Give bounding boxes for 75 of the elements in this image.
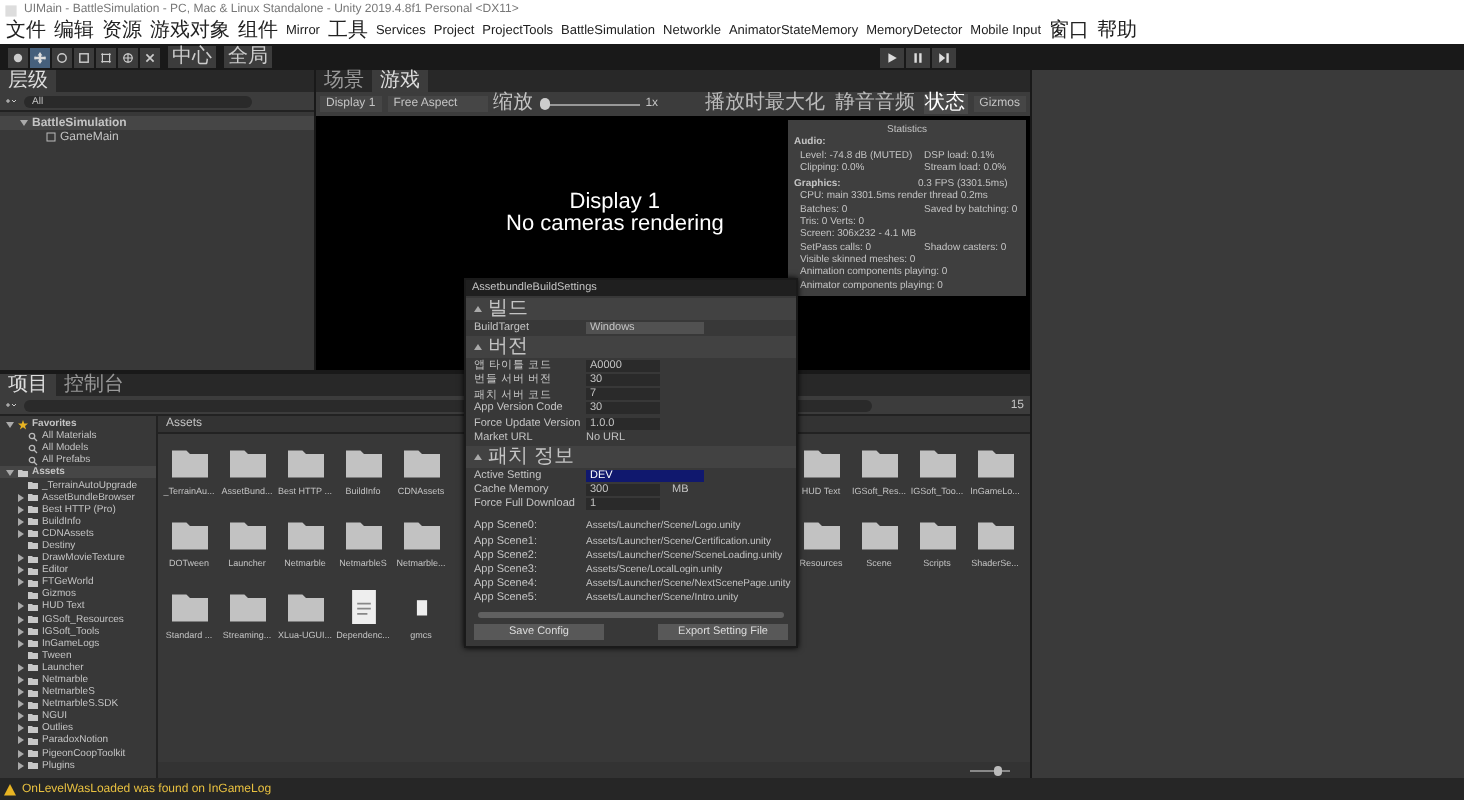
hand-tool-button[interactable] xyxy=(8,47,28,67)
expand-arrow-icon[interactable] xyxy=(6,421,14,428)
cube-icon xyxy=(46,132,56,142)
folder-icon[interactable] xyxy=(977,446,1013,480)
scale-icon xyxy=(78,51,90,63)
scale-slider[interactable] xyxy=(539,98,640,110)
play-button[interactable] xyxy=(880,47,904,67)
step-button[interactable] xyxy=(932,47,956,67)
view-toggle[interactable]: 静音音频 xyxy=(833,94,918,114)
menu-item[interactable]: 文件 xyxy=(6,22,46,42)
folder-icon[interactable] xyxy=(229,590,265,624)
star-icon xyxy=(18,419,28,430)
scale-label: 缩放 xyxy=(493,94,534,114)
scale-tool-button[interactable] xyxy=(74,47,94,67)
folder-icon[interactable] xyxy=(171,518,207,552)
render-message: Display 1 xyxy=(567,192,663,214)
folder-icon[interactable] xyxy=(919,518,955,552)
view-toggle[interactable]: 播放时最大化 xyxy=(703,94,828,114)
project-tab[interactable]: 项目 xyxy=(0,374,56,396)
folder-icon[interactable] xyxy=(345,518,381,552)
folder-icon[interactable] xyxy=(229,518,265,552)
menu-item[interactable]: 工具 xyxy=(327,22,368,42)
add-dropdown-icon[interactable] xyxy=(6,400,16,410)
folder-icon[interactable] xyxy=(171,446,207,480)
folder-icon[interactable] xyxy=(803,518,839,552)
horizontal-scrollbar[interactable] xyxy=(478,612,784,618)
transform-tool-button[interactable] xyxy=(118,47,138,67)
folder-icon[interactable] xyxy=(229,446,265,480)
view-toggle[interactable]: 状态 xyxy=(923,94,968,114)
collapse-arrow-icon[interactable] xyxy=(474,306,482,312)
section-heading[interactable]: 빌드 xyxy=(488,299,528,319)
rect-tool-button[interactable] xyxy=(96,47,116,67)
folder-icon[interactable] xyxy=(977,518,1013,552)
play-icon xyxy=(886,51,898,63)
move-arrows-icon xyxy=(34,51,46,63)
expand-arrow-icon[interactable] xyxy=(20,120,28,126)
space-toggle-button[interactable]: 全局 xyxy=(224,46,272,68)
cross-icon xyxy=(144,51,156,63)
folder-icon[interactable] xyxy=(861,446,897,480)
pivot-toggle-button[interactable]: 中心 xyxy=(168,46,216,68)
project-tab[interactable]: 控制台 xyxy=(56,374,132,396)
folder-icon[interactable] xyxy=(287,446,323,480)
view-tab[interactable]: 游戏 xyxy=(372,70,428,92)
folder-icon[interactable] xyxy=(861,518,897,552)
menu-item[interactable]: 窗口 xyxy=(1049,22,1090,42)
folder-icon[interactable] xyxy=(919,446,955,480)
warning-icon xyxy=(4,783,16,795)
view-tab[interactable]: 场景 xyxy=(316,70,372,92)
folder-icon[interactable] xyxy=(803,446,839,480)
rotate-tool-button[interactable] xyxy=(52,47,72,67)
transform-icon xyxy=(122,51,134,63)
menu-item[interactable]: 资源 xyxy=(102,22,142,42)
menu-item[interactable]: 帮助 xyxy=(1097,22,1138,42)
rotate-icon xyxy=(56,51,68,63)
add-dropdown-icon[interactable] xyxy=(6,96,16,106)
section-heading[interactable]: 버전 xyxy=(488,337,528,358)
folder-icon[interactable] xyxy=(345,446,381,480)
menu-item[interactable]: 组件 xyxy=(238,22,278,42)
folder-icon[interactable] xyxy=(403,518,439,552)
folder-icon[interactable] xyxy=(403,446,439,480)
hierarchy-tab[interactable]: 层级 xyxy=(0,70,56,92)
pause-icon xyxy=(912,51,924,63)
collapse-arrow-icon[interactable] xyxy=(474,344,482,351)
menu-item[interactable]: 游戏对象 xyxy=(150,22,230,42)
rect-tool-icon xyxy=(100,51,112,63)
step-icon xyxy=(938,51,950,63)
move-tool-button[interactable] xyxy=(30,47,50,67)
collapse-arrow-icon[interactable] xyxy=(474,454,482,461)
folder-icon[interactable] xyxy=(171,590,207,624)
folder-icon[interactable] xyxy=(287,590,323,624)
menu-item[interactable]: 编辑 xyxy=(54,22,94,42)
folder-icon[interactable] xyxy=(287,518,323,552)
custom-tool-button[interactable] xyxy=(140,47,160,67)
render-message: No cameras rendering xyxy=(506,214,724,236)
pause-button[interactable] xyxy=(906,47,930,67)
